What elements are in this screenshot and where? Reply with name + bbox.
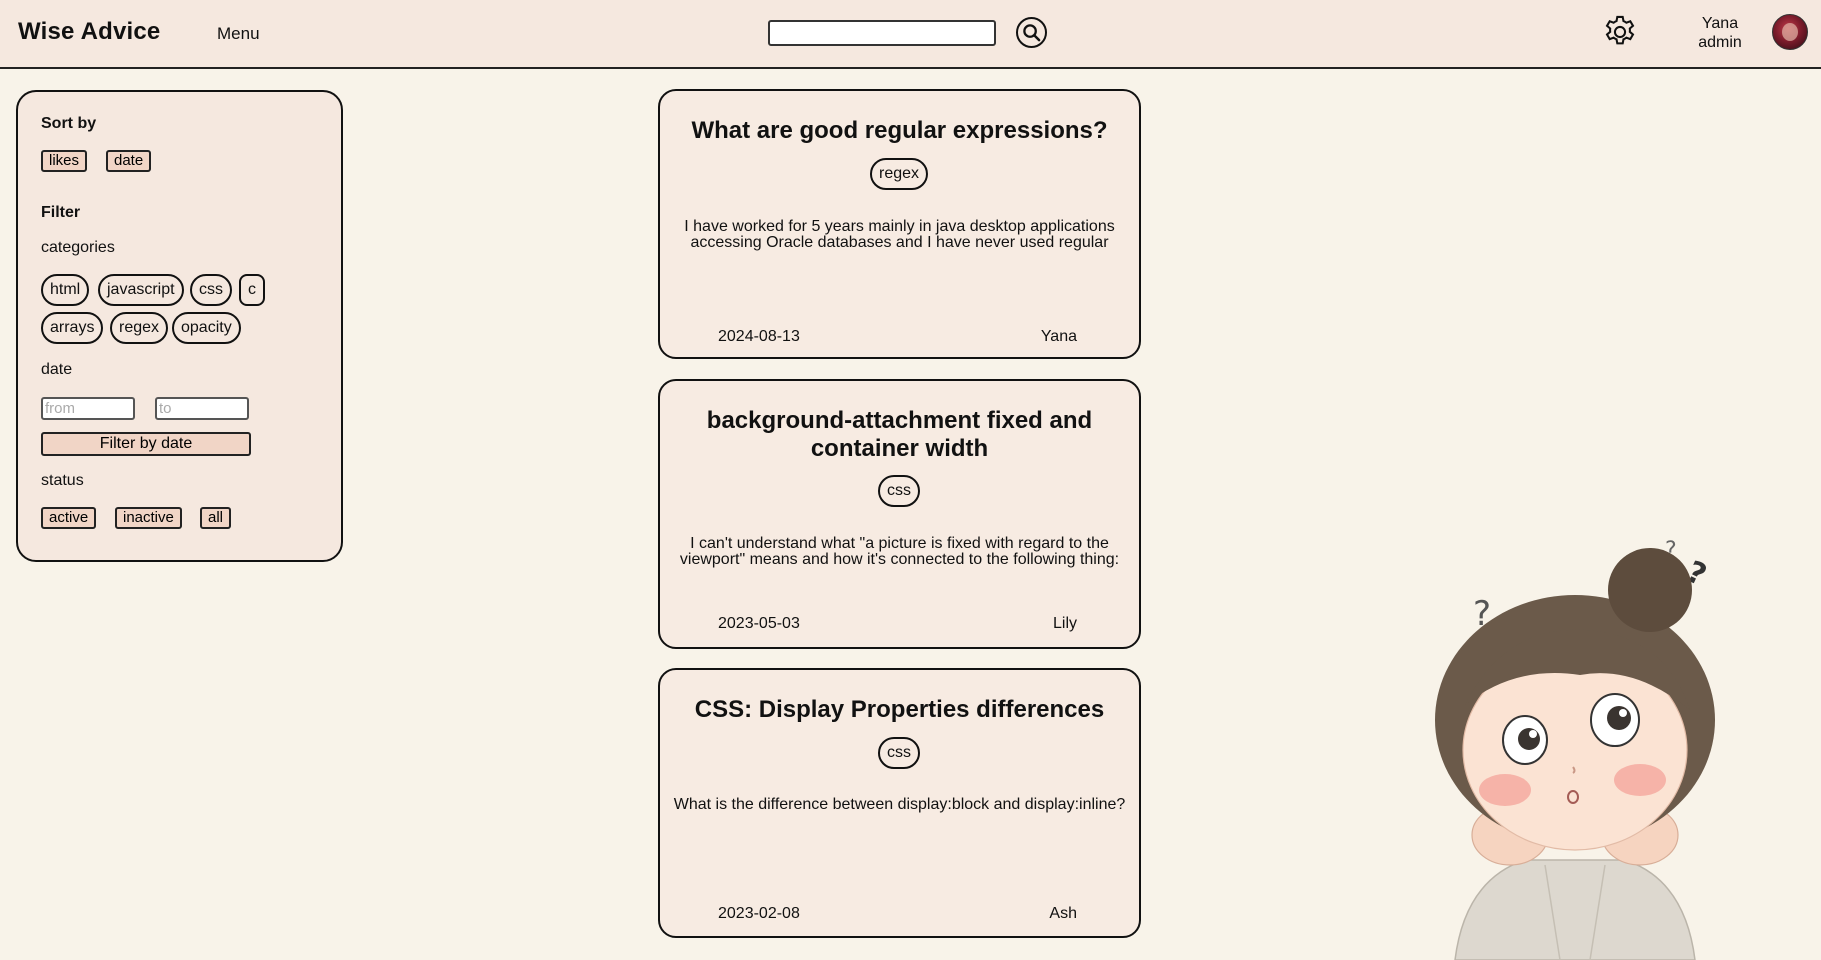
post-date: 2023-05-03	[718, 615, 800, 632]
avatar[interactable]	[1772, 14, 1808, 50]
settings-button[interactable]	[1601, 13, 1639, 51]
post-author[interactable]: Lily	[1053, 615, 1077, 633]
category-regex[interactable]: regex	[110, 312, 169, 344]
menu-link[interactable]: Menu	[217, 24, 260, 44]
post-date: 2023-02-08	[718, 905, 800, 922]
user-info[interactable]: Yana admin	[1680, 14, 1760, 52]
post-excerpt: I have worked for 5 years mainly in java…	[684, 218, 1115, 251]
category-javascript[interactable]: javascript	[98, 274, 184, 306]
date-label: date	[41, 361, 73, 378]
category-c[interactable]: c	[239, 274, 265, 306]
post-excerpt: I can't understand what "a picture is fi…	[679, 535, 1120, 568]
post-card[interactable]: background-attachment fixed and containe…	[658, 379, 1141, 649]
filter-sidebar: Sort by likes date Filter categories htm…	[16, 90, 343, 562]
search-input[interactable]	[768, 20, 996, 46]
sort-date-button[interactable]: date	[106, 150, 152, 172]
user-name: Yana	[1701, 15, 1739, 32]
post-date: 2024-08-13	[718, 328, 800, 345]
post-title[interactable]: What are good regular expressions?	[680, 117, 1119, 145]
date-to-input[interactable]	[155, 397, 249, 420]
post-excerpt: What is the difference between display:b…	[673, 796, 1126, 813]
filter-by-date-button[interactable]: Filter by date	[41, 432, 251, 456]
category-arrays[interactable]: arrays	[41, 312, 104, 344]
post-title[interactable]: CSS: Display Properties differences	[680, 696, 1119, 724]
user-role: admin	[1698, 34, 1742, 51]
status-label: status	[41, 472, 84, 489]
status-inactive-button[interactable]: inactive	[115, 507, 182, 529]
brand-logo[interactable]: Wise Advice	[18, 18, 161, 46]
category-css[interactable]: css	[190, 274, 232, 306]
post-author[interactable]: Yana	[1041, 328, 1077, 346]
search-icon	[1023, 24, 1041, 42]
post-tag[interactable]: regex	[869, 158, 929, 190]
categories-label: categories	[41, 239, 115, 256]
thinking-girl-illustration: ? ? ?	[1435, 538, 1715, 960]
status-active-button[interactable]: active	[41, 507, 97, 529]
sort-likes-button[interactable]: likes	[41, 150, 88, 172]
filter-title: Filter	[41, 204, 81, 221]
post-card[interactable]: CSS: Display Properties differences css …	[658, 668, 1141, 938]
category-html[interactable]: html	[41, 274, 90, 306]
gear-icon	[1605, 15, 1635, 45]
status-all-button[interactable]: all	[200, 507, 232, 529]
post-tag[interactable]: css	[878, 737, 920, 769]
post-tag[interactable]: css	[878, 475, 920, 507]
top-bar: Wise Advice Menu Yana admin	[0, 0, 1821, 69]
search-button[interactable]	[1016, 17, 1047, 48]
post-title[interactable]: background-attachment fixed and containe…	[680, 407, 1119, 463]
post-author[interactable]: Ash	[1049, 905, 1077, 923]
sort-by-title: Sort by	[41, 115, 97, 132]
category-opacity[interactable]: opacity	[172, 312, 241, 344]
date-from-input[interactable]	[41, 397, 135, 420]
post-card[interactable]: What are good regular expressions? regex…	[658, 89, 1141, 359]
